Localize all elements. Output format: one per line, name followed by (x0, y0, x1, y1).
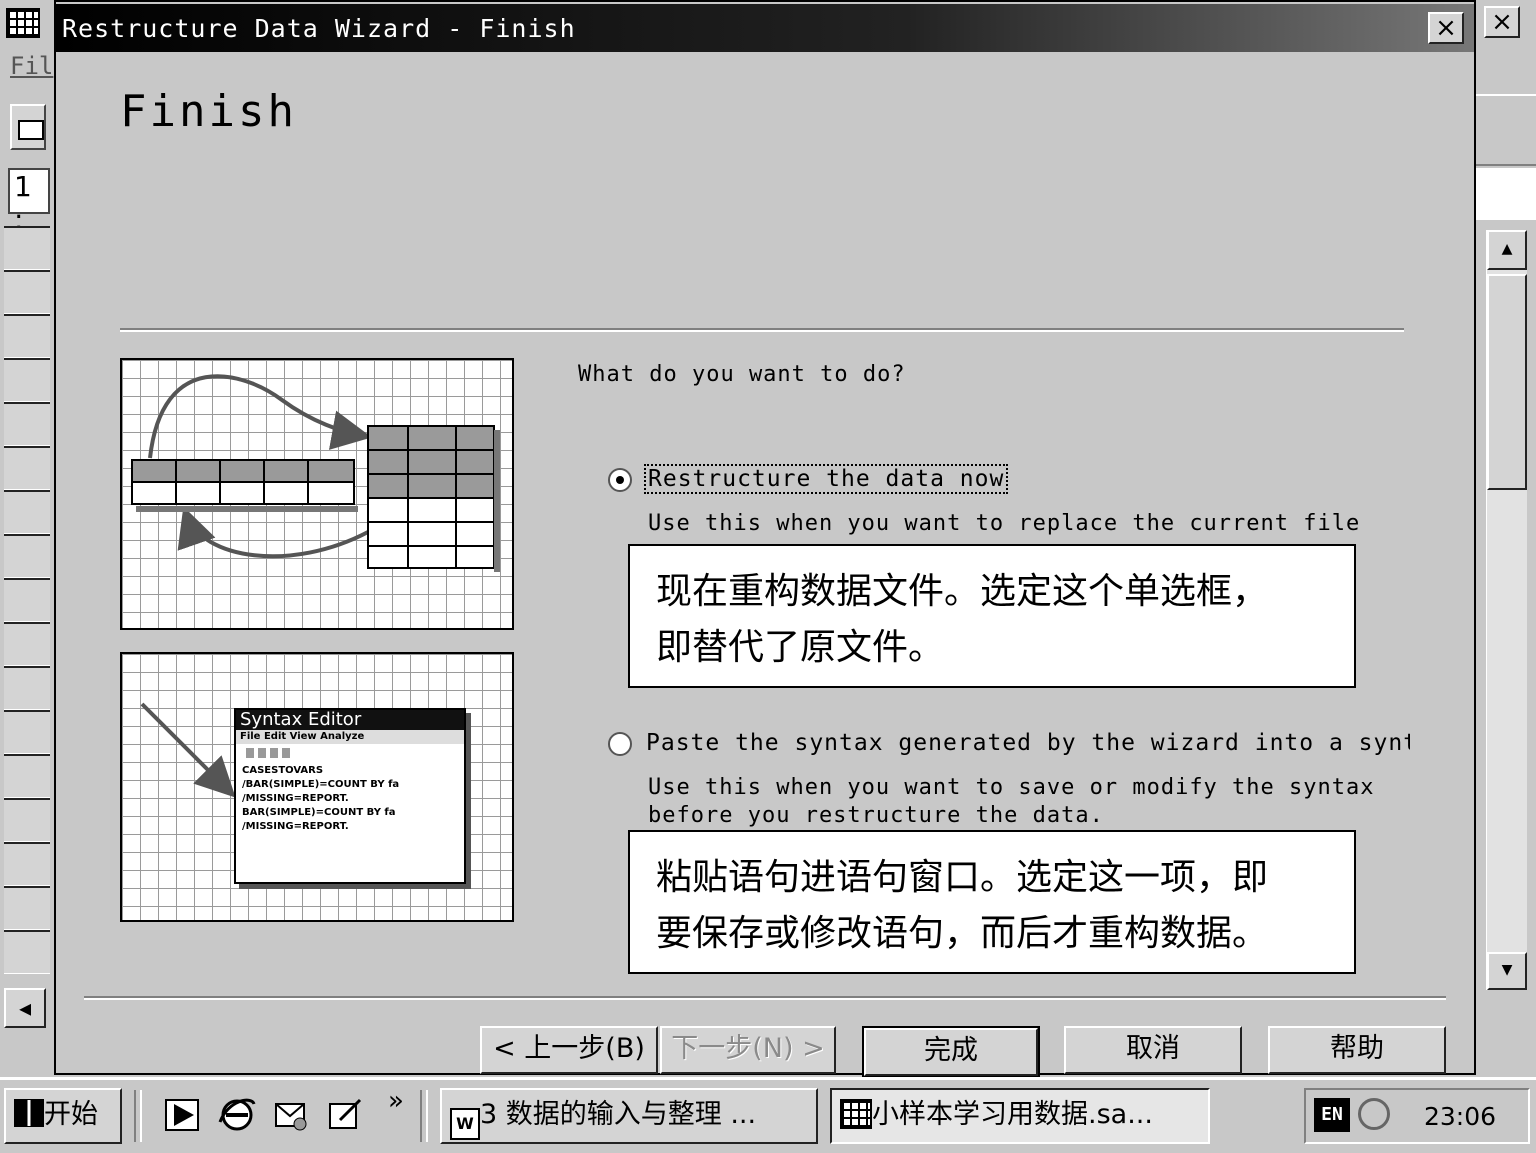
long-table-icon (367, 425, 500, 572)
background-white-area (1476, 168, 1536, 220)
background-close-button[interactable]: × (1484, 6, 1520, 38)
wide-table-icon (131, 459, 358, 512)
syntax-illustration: Syntax Editor File Edit View Analyze CAS… (120, 652, 514, 922)
windows-logo-icon (14, 1099, 44, 1127)
row-header (4, 886, 50, 930)
taskbar-separator (420, 1090, 428, 1142)
scroll-up-arrow[interactable]: ▲ (1487, 230, 1527, 270)
cancel-button[interactable]: 取消 (1064, 1026, 1242, 1074)
system-tray: EN 23:06 (1304, 1088, 1530, 1144)
open-folder-icon[interactable] (10, 104, 46, 150)
row-header (4, 710, 50, 754)
title-bar[interactable]: Restructure Data Wizard - Finish × (56, 4, 1474, 52)
media-player-icon[interactable] (164, 1096, 202, 1134)
finish-button[interactable]: 完成 (862, 1026, 1040, 1078)
internet-explorer-icon[interactable] (218, 1096, 256, 1134)
back-button[interactable]: < 上一步(B) (480, 1026, 658, 1074)
word-document-icon: W (450, 1108, 480, 1140)
row-header (4, 270, 50, 314)
row-header (4, 534, 50, 578)
radio-restructure-now[interactable] (608, 468, 632, 492)
sync-icon[interactable] (1358, 1098, 1390, 1130)
radio-selected-dot (616, 476, 624, 484)
restructure-wizard-dialog: Restructure Data Wizard - Finish × Finis… (54, 0, 1476, 1078)
background-app-left-strip: Fil 1 : ◀ (0, 0, 56, 1075)
option-paste-syntax-description: Use this when you want to save or modify… (648, 775, 1375, 828)
question-label: What do you want to do? (578, 362, 906, 387)
option-restructure-now-label[interactable]: Restructure the data now (644, 464, 1009, 494)
start-button[interactable]: 开始 (4, 1088, 122, 1144)
scroll-left-arrow[interactable]: ◀ (4, 988, 46, 1028)
row-header (4, 314, 50, 358)
taskbar-task-spss-data[interactable]: 小样本学习用数据.sa... (830, 1088, 1210, 1144)
row-header (4, 578, 50, 622)
quick-launch-more-icon[interactable]: » (388, 1086, 404, 1116)
outlook-express-icon[interactable] (272, 1096, 310, 1134)
spss-data-icon (840, 1099, 872, 1129)
row-header (4, 226, 50, 270)
row-header (4, 842, 50, 886)
row-header (4, 358, 50, 402)
dialog-title: Restructure Data Wizard - Finish (62, 14, 576, 43)
option-paste-syntax-label[interactable]: Paste the syntax generated by the wizard… (646, 730, 1410, 756)
spreadsheet-icon (6, 8, 40, 38)
background-app-right-strip: × ▲ ▼ (1476, 0, 1536, 1075)
row-header (4, 402, 50, 446)
row-header (4, 930, 50, 974)
row-header (4, 490, 50, 534)
syntax-editor-menu: File Edit View Analyze (236, 730, 464, 744)
row-header (4, 446, 50, 490)
arrows-illustration (131, 374, 500, 572)
dialog-close-button[interactable]: × (1428, 12, 1464, 44)
row-header (4, 798, 50, 842)
row-header (4, 622, 50, 666)
cell-reference-fragment: 1 : (8, 168, 50, 236)
background-toolbar-area (1476, 94, 1536, 166)
scroll-down-arrow[interactable]: ▼ (1487, 952, 1527, 990)
syntax-editor-toolbar (246, 748, 294, 758)
clock[interactable]: 23:06 (1424, 1102, 1496, 1131)
scroll-thumb[interactable] (1487, 274, 1527, 490)
menu-file-fragment[interactable]: Fil (10, 52, 53, 80)
callout-restructure-now: 现在重构数据文件。选定这个单选框， 即替代了原文件。 (628, 544, 1356, 688)
taskbar-separator (134, 1090, 142, 1142)
help-button[interactable]: 帮助 (1268, 1026, 1446, 1074)
syntax-editor-thumbnail: Syntax Editor File Edit View Analyze CAS… (234, 708, 466, 884)
row-header (4, 754, 50, 798)
next-button[interactable]: 下一步(N) > (660, 1026, 836, 1074)
radio-paste-syntax[interactable] (608, 732, 632, 756)
option-restructure-now-description: Use this when you want to replace the cu… (648, 511, 1361, 536)
restructure-illustration (120, 358, 514, 630)
vertical-scrollbar[interactable]: ▲ ▼ (1486, 230, 1527, 990)
row-header (4, 666, 50, 710)
syntax-editor-title: Syntax Editor (236, 710, 464, 730)
taskbar: 开始 » W3 数据的输入与整理 ... 小样本学习用数据.sa... EN 2… (0, 1077, 1536, 1153)
language-indicator[interactable]: EN (1314, 1098, 1350, 1132)
header-divider (120, 328, 1404, 332)
syntax-editor-code: CASESTOVARS /BAR(SIMPLE)=COUNT BY fa /MI… (242, 765, 400, 832)
taskbar-task-word-document[interactable]: W3 数据的输入与整理 ... (440, 1088, 818, 1144)
page-title: Finish (120, 86, 297, 137)
callout-paste-syntax: 粘贴语句进语句窗口。选定这一项，即 要保存或修改语句，而后才重构数据。 (628, 830, 1356, 974)
show-desktop-icon[interactable] (326, 1096, 364, 1134)
footer-divider (84, 996, 1446, 1000)
